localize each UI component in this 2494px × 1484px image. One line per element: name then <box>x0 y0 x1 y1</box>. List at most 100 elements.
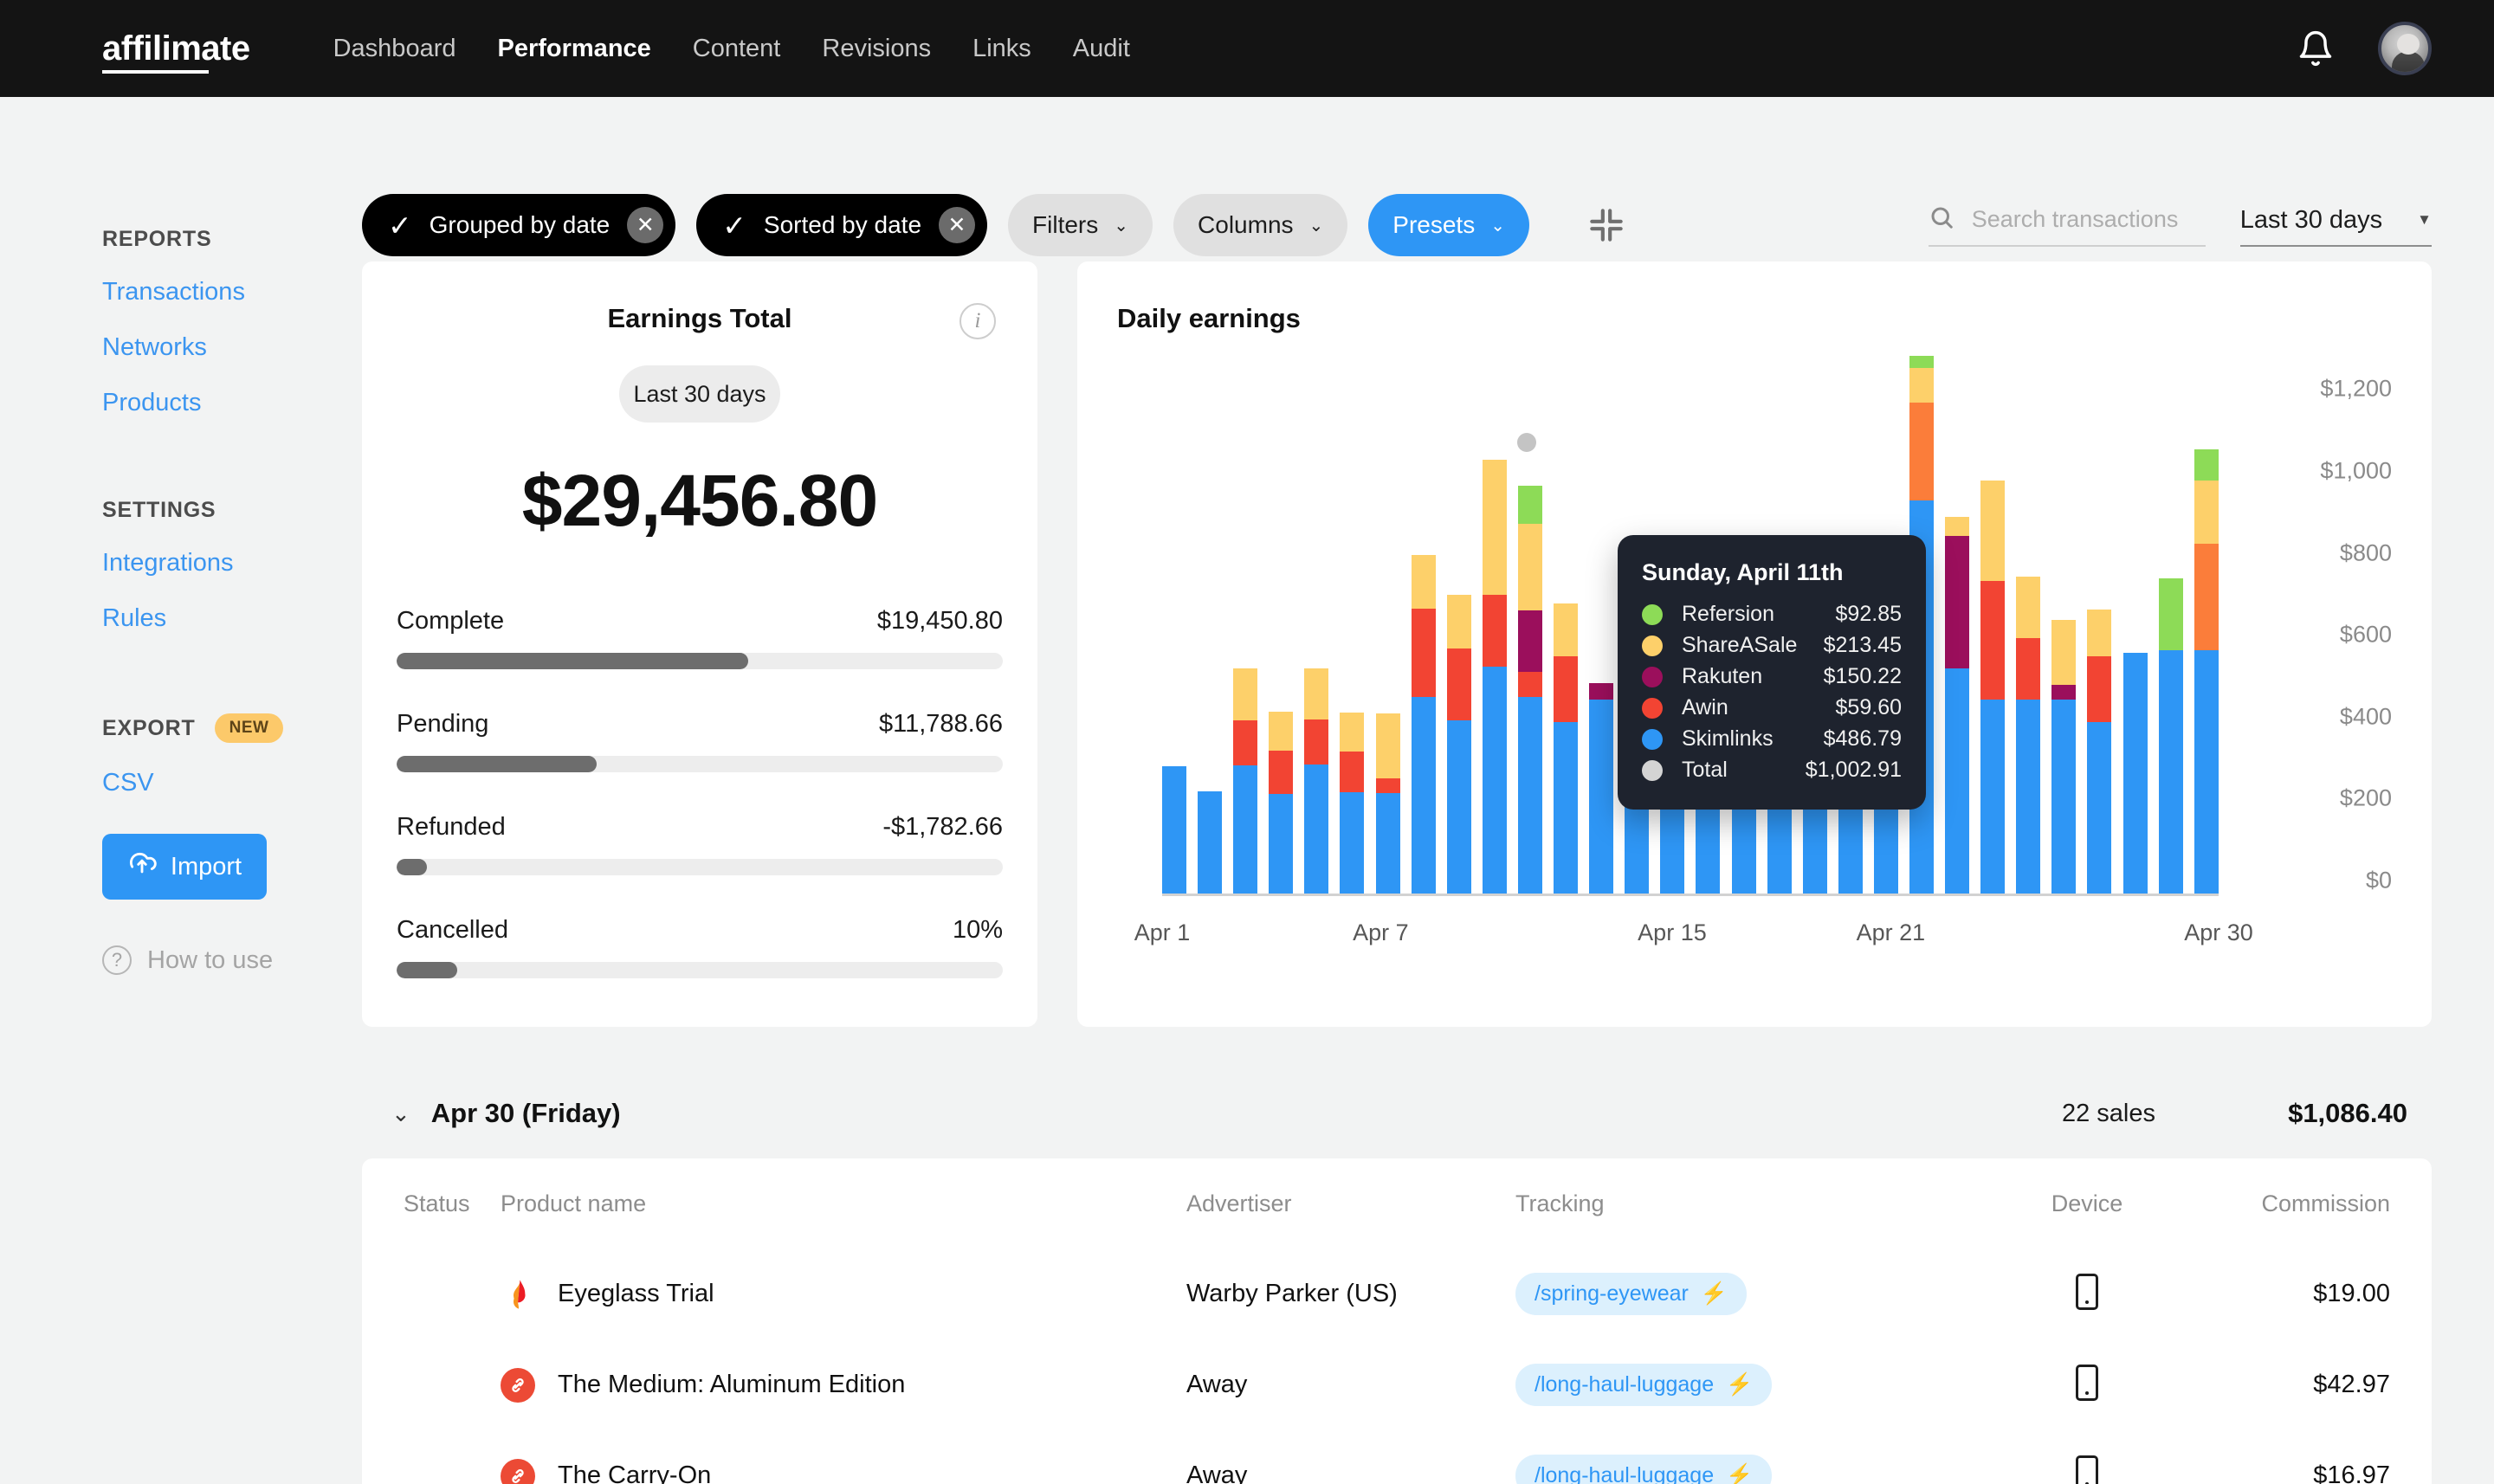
filter-chip-sorted-by-date[interactable]: ✓ Sorted by date ✕ <box>696 194 988 256</box>
chart-y-tick-label: $800 <box>2339 539 2392 566</box>
column-header-status: Status <box>404 1190 470 1216</box>
chevron-down-icon: ⌄ <box>1114 216 1129 236</box>
commission-amount: $19.00 <box>2313 1280 2390 1307</box>
chart-bar-segment-skimlinks <box>1446 719 1471 896</box>
how-to-use-link[interactable]: ? How to use <box>102 945 362 975</box>
search-input[interactable] <box>1971 205 2206 233</box>
chart-bar[interactable] <box>2051 619 2077 896</box>
chart-bar[interactable] <box>1554 603 1579 896</box>
chart-bar-segment-awin <box>2087 656 2112 722</box>
chart-bar[interactable] <box>1198 791 1223 896</box>
chart-bar-segment-shareasale <box>2016 577 2041 638</box>
chart-bar[interactable] <box>1411 555 1436 896</box>
sidebar-item-networks[interactable]: Networks <box>102 333 362 362</box>
nav-link-dashboard[interactable]: Dashboard <box>333 35 456 63</box>
close-icon[interactable]: ✕ <box>627 207 664 243</box>
chart-bar-segment-rakuten <box>2051 685 2077 700</box>
import-button-label: Import <box>170 852 242 881</box>
bell-icon[interactable] <box>2297 29 2335 68</box>
chevron-down-icon[interactable]: ⌄ <box>391 1100 410 1127</box>
sidebar-item-csv[interactable]: CSV <box>102 769 362 797</box>
chart-area: $0 $200 $400 $600 $800 $1,000 $1,200 Apr 1 Apr … <box>1117 355 2392 970</box>
nav-link-links[interactable]: Links <box>972 35 1031 63</box>
search-box[interactable] <box>1928 204 2206 247</box>
progress-track <box>397 962 1003 978</box>
chart-bar[interactable] <box>1340 713 1365 896</box>
chart-bar[interactable] <box>2016 577 2041 896</box>
chart-bar[interactable] <box>1162 765 1186 896</box>
import-button[interactable]: Import <box>102 834 267 900</box>
table-body: Eyeglass Trial Warby Parker (US) /spring-e… <box>404 1248 2390 1484</box>
filter-chip-grouped-by-date[interactable]: ✓ Grouped by date ✕ <box>362 194 676 256</box>
chart-x-tick-label: Apr 15 <box>1638 919 1707 945</box>
chart-bar[interactable] <box>1233 668 1258 896</box>
chart-bar[interactable] <box>2122 652 2148 896</box>
table-row[interactable]: Eyeglass Trial Warby Parker (US) /spring-e… <box>404 1248 2390 1339</box>
tracking-link-chip[interactable]: /spring-eyewear ⚡ <box>1515 1273 1747 1315</box>
nav-link-revisions[interactable]: Revisions <box>822 35 931 63</box>
breakdown-label: Refunded <box>397 813 506 841</box>
chart-bar[interactable] <box>1304 668 1329 896</box>
dropdown-columns[interactable]: Columns ⌄ <box>1173 194 1348 256</box>
chart-bar-segment-awin <box>1340 752 1365 793</box>
avatar[interactable] <box>2378 22 2432 75</box>
sidebar-item-transactions[interactable]: Transactions <box>102 278 362 306</box>
tooltip-series-label: Refersion <box>1682 602 1774 626</box>
table-row[interactable]: The Carry-On Away/long-haul-luggage ⚡ $16.9… <box>404 1430 2390 1484</box>
chart-bar-segment-shareasale <box>1482 460 1507 596</box>
close-icon[interactable]: ✕ <box>939 207 976 243</box>
chart-bar[interactable] <box>1269 712 1294 896</box>
chart-bar-segment-awin <box>1482 595 1507 668</box>
progress-track <box>397 756 1003 772</box>
chart-bar[interactable] <box>2158 578 2183 896</box>
tooltip-row-total: Total $1,002.91 <box>1642 758 1902 783</box>
transaction-group-header[interactable]: ⌄ Apr 30 (Friday) 22 sales $1,086.40 <box>362 1068 2432 1158</box>
earnings-range-pill[interactable]: Last 30 days <box>619 365 780 423</box>
chart-bar-segment-skimlinks <box>1375 792 1400 896</box>
sidebar-item-integrations[interactable]: Integrations <box>102 549 362 577</box>
chart-bar[interactable] <box>1517 485 1542 896</box>
chart-bar[interactable] <box>1980 480 2006 896</box>
chart-bar[interactable] <box>1945 517 1970 896</box>
product-name: The Medium: Aluminum Edition <box>558 1371 906 1398</box>
chart-y-tick-label: $1,200 <box>2320 375 2392 402</box>
chart-bar[interactable] <box>1446 595 1471 896</box>
sidebar-section-label: REPORTS <box>102 227 212 251</box>
chart-bar-segment-shareasale <box>1909 367 1934 403</box>
chart-y-tick-label: $0 <box>2365 867 2392 894</box>
breakdown-row-pending: Pending $11,788.66 <box>397 710 1003 772</box>
toolbar-filter-chips: ✓ Grouped by date ✕ ✓ Sorted by date ✕ <box>362 194 1008 256</box>
info-icon[interactable]: i <box>959 303 996 339</box>
chart-bar-segment-awin <box>1980 580 2006 700</box>
tracking-link-chip[interactable]: /long-haul-luggage ⚡ <box>1515 1364 1773 1406</box>
table-row[interactable]: The Medium: Aluminum Edition Away/long-ha… <box>404 1339 2390 1430</box>
chart-bar-segment-skimlinks <box>1980 699 2006 896</box>
breakdown-row-complete: Complete $19,450.80 <box>397 607 1003 669</box>
chart-bar-segment-skimlinks <box>2016 699 2041 896</box>
sidebar-item-rules[interactable]: Rules <box>102 604 362 633</box>
chart-bar-segment-awin <box>1269 751 1294 794</box>
dropdown-filters[interactable]: Filters ⌄ <box>1008 194 1153 256</box>
chart-tooltip: Sunday, April 11th Refersion $92.85 ShareA… <box>1618 535 1926 810</box>
chart-bar[interactable] <box>1589 683 1614 896</box>
chart-bar[interactable] <box>2087 609 2112 896</box>
tooltip-series-value: $486.79 <box>1823 726 1902 751</box>
nav-link-performance[interactable]: Performance <box>497 35 650 63</box>
chart-bar[interactable] <box>1375 713 1400 896</box>
chart-hover-dot <box>1516 432 1536 452</box>
nav-link-content[interactable]: Content <box>693 35 781 63</box>
tooltip-series-label: Skimlinks <box>1682 726 1774 751</box>
chart-bar[interactable] <box>2194 449 2219 896</box>
collapse-icon[interactable] <box>1585 203 1628 247</box>
chart-bar[interactable] <box>1482 460 1507 896</box>
table-header-row: Status Product name Advertiser Tracking … <box>404 1158 2390 1248</box>
app-logo[interactable]: affilimate <box>102 29 250 74</box>
dropdown-presets[interactable]: Presets ⌄ <box>1368 194 1529 256</box>
tracking-link-chip[interactable]: /long-haul-luggage ⚡ <box>1515 1455 1773 1484</box>
nav-link-audit[interactable]: Audit <box>1073 35 1130 63</box>
date-range-selector[interactable]: Last 30 days ▼ <box>2239 206 2432 247</box>
sidebar-item-products[interactable]: Products <box>102 389 362 417</box>
chart-bar-segment-skimlinks <box>1198 791 1223 896</box>
breakdown-value: $11,788.66 <box>879 710 1003 738</box>
column-header-advertiser: Advertiser <box>1186 1190 1292 1216</box>
